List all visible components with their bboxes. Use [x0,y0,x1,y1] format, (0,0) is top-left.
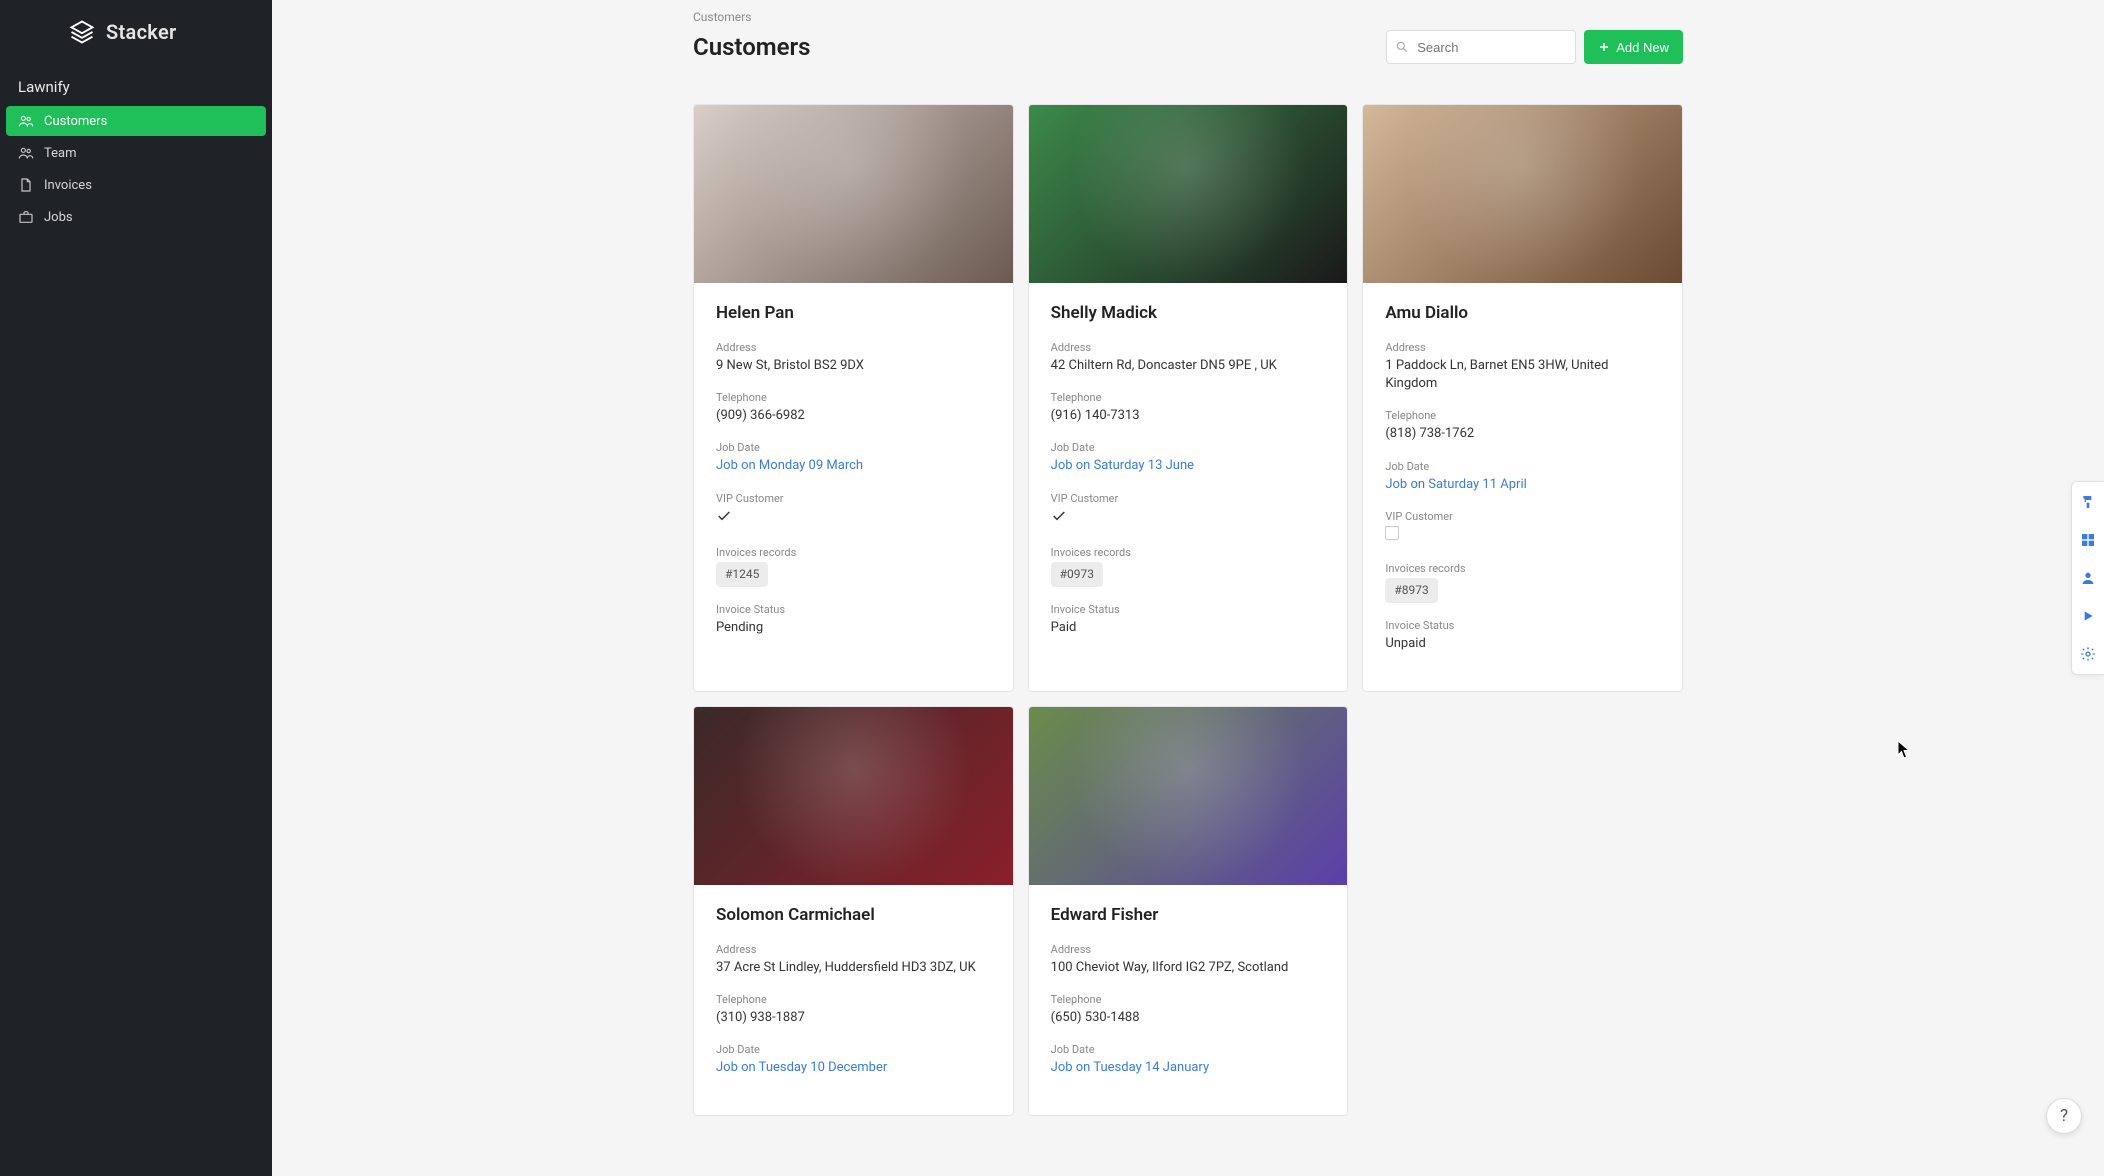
logo-icon [68,18,96,46]
field-label: Address [1385,341,1660,354]
field-label: Job Date [716,1043,991,1056]
customer-address: 9 New St, Bristol BS2 9DX [716,358,864,373]
search-input[interactable] [1386,30,1576,64]
invoice-badge[interactable]: #8973 [1385,578,1437,603]
field-label: Telephone [716,391,991,404]
customer-name: Shelly Madick [1051,303,1326,323]
field-label: VIP Customer [1051,492,1326,505]
customer-name: Edward Fisher [1051,905,1326,925]
field-label: Invoices records [1385,562,1660,575]
customer-job-link[interactable]: Job on Tuesday 10 December [716,1060,887,1075]
field-label: Job Date [716,441,991,454]
customer-card[interactable]: Solomon Carmichael Address 37 Acre St Lind… [693,706,1014,1117]
grid-icon[interactable] [2076,528,2100,552]
brand-name: Stacker [106,20,177,44]
customer-photo [1029,707,1348,885]
sidebar-item-invoices[interactable]: Invoices [6,170,266,200]
customer-card[interactable]: Edward Fisher Address 100 Cheviot Way, Ilf… [1028,706,1349,1117]
field-label: Address [716,341,991,354]
field-label: Address [1051,341,1326,354]
field-label: Invoices records [716,546,991,559]
customer-address: 37 Acre St Lindley, Huddersfield HD3 3DZ… [716,960,976,975]
field-label: Telephone [716,993,991,1006]
page-title: Customers [693,33,811,61]
customer-telephone: (650) 530-1488 [1051,1010,1140,1025]
customer-photo [694,707,1013,885]
sidebar-item-customers[interactable]: Customers [6,106,266,136]
person-icon[interactable] [2076,566,2100,590]
customer-address: 1 Paddock Ln, Barnet EN5 3HW, United Kin… [1385,358,1608,391]
field-label: Address [716,943,991,956]
field-label: Job Date [1051,1043,1326,1056]
workspace-name[interactable]: Lawnify [0,64,272,106]
customer-photo [1029,105,1348,283]
help-button[interactable]: ? [2046,1098,2082,1134]
sidebar-item-label: Invoices [44,178,92,193]
invoice-status: Paid [1051,620,1077,635]
gear-icon[interactable] [2076,642,2100,666]
invoice-badge[interactable]: #0973 [1051,562,1103,587]
field-label: VIP Customer [1385,510,1660,523]
plus-icon [1598,41,1610,53]
nav-list: Customers Team Invoices Jobs [0,106,272,232]
invoice-status: Unpaid [1385,636,1425,651]
tool-rail [2071,481,2104,675]
customer-job-link[interactable]: Job on Monday 09 March [716,458,863,473]
customer-card[interactable]: Shelly Madick Address 42 Chiltern Rd, Donc… [1028,104,1349,692]
field-label: Address [1051,943,1326,956]
customers-grid: Helen Pan Address 9 New St, Bristol BS2 9D… [693,104,1683,1116]
add-new-button[interactable]: Add New [1584,30,1683,64]
field-label: Invoice Status [1385,619,1660,632]
invoice-status: Pending [716,620,763,635]
customer-telephone: (909) 366-6982 [716,408,805,423]
customer-telephone: (818) 738-1762 [1385,426,1474,441]
field-label: Job Date [1051,441,1326,454]
customer-telephone: (310) 938-1887 [716,1010,805,1025]
customer-name: Solomon Carmichael [716,905,991,925]
customer-photo [694,105,1013,283]
customer-address: 100 Cheviot Way, Ilford IG2 7PZ, Scotlan… [1051,960,1289,975]
search-box [1386,30,1576,64]
sidebar-item-label: Team [44,146,77,161]
field-label: Telephone [1051,993,1326,1006]
check-icon [1051,508,1067,524]
field-label: Job Date [1385,460,1660,473]
check-icon [716,508,732,524]
field-label: Telephone [1051,391,1326,404]
invoice-badge[interactable]: #1245 [716,562,768,587]
main-content: Customers Customers Add New Helen Pan Add… [272,0,2104,1176]
breadcrumb[interactable]: Customers [693,10,1683,24]
search-icon [1395,40,1409,54]
add-new-label: Add New [1616,40,1669,55]
sidebar-item-label: Customers [44,114,107,129]
sidebar-item-jobs[interactable]: Jobs [6,202,266,232]
brand-logo[interactable]: Stacker [0,0,272,64]
customer-job-link[interactable]: Job on Saturday 11 April [1385,477,1526,492]
customer-card[interactable]: Helen Pan Address 9 New St, Bristol BS2 9D… [693,104,1014,692]
paint-icon[interactable] [2076,490,2100,514]
field-label: Telephone [1385,409,1660,422]
customer-photo [1363,105,1682,283]
customer-address: 42 Chiltern Rd, Doncaster DN5 9PE , UK [1051,358,1277,373]
customer-name: Helen Pan [716,303,991,323]
customer-card[interactable]: Amu Diallo Address 1 Paddock Ln, Barnet EN… [1362,104,1683,692]
sidebar-item-label: Jobs [44,210,73,225]
field-label: VIP Customer [716,492,991,505]
unchecked-icon [1385,526,1399,540]
play-icon[interactable] [2076,604,2100,628]
customer-job-link[interactable]: Job on Tuesday 14 January [1051,1060,1209,1075]
sidebar: Stacker Lawnify Customers Team Invoices Job… [0,0,272,1176]
field-label: Invoice Status [1051,603,1326,616]
customer-name: Amu Diallo [1385,303,1660,323]
customer-telephone: (916) 140-7313 [1051,408,1140,423]
sidebar-item-team[interactable]: Team [6,138,266,168]
field-label: Invoice Status [716,603,991,616]
customer-job-link[interactable]: Job on Saturday 13 June [1051,458,1194,473]
field-label: Invoices records [1051,546,1326,559]
